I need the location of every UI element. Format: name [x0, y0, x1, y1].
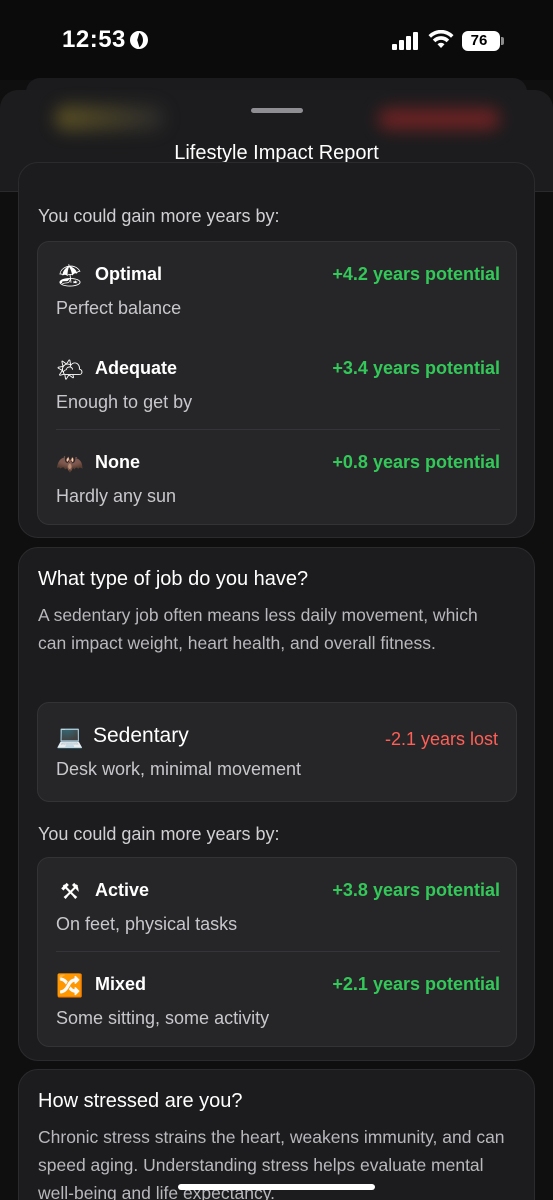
option-title: None	[95, 452, 140, 472]
status-bar: 12:53 76	[0, 0, 553, 80]
gain-options-list: 🏖 Optimal +4.2 years potential Perfect b…	[37, 241, 517, 525]
home-indicator[interactable]	[178, 1184, 375, 1190]
option-adequate[interactable]: 🌤 Adequate +3.4 years potential Enough t…	[38, 336, 518, 430]
wifi-icon	[428, 30, 454, 48]
option-gain: +4.2 years potential	[332, 264, 500, 284]
option-gain: +2.1 years potential	[332, 974, 500, 994]
battery-level: 76	[470, 32, 488, 49]
option-title: Adequate	[95, 358, 178, 378]
question-title: What type of job do you have?	[38, 568, 309, 590]
job-type-section: What type of job do you have? A sedentar…	[18, 547, 535, 1061]
gain-options-list: ⚒ Active +3.8 years potential On feet, p…	[37, 857, 517, 1047]
current-title: Sedentary	[93, 724, 189, 747]
report-scroll-content[interactable]: You could gain more years by: 🏖 Optimal …	[0, 162, 553, 1200]
sheet-grabber-handle[interactable]	[251, 108, 303, 113]
cellular-signal-icon	[392, 32, 418, 50]
option-title: Mixed	[95, 974, 147, 994]
option-subtitle: Enough to get by	[56, 392, 193, 412]
option-subtitle: Hardly any sun	[56, 486, 177, 506]
beach-umbrella-icon: 🏖	[56, 263, 84, 288]
current-selection-card[interactable]: 💻 Sedentary -2.1 years lost Desk work, m…	[37, 702, 517, 802]
blurred-background-content	[55, 105, 165, 131]
option-title: Active	[95, 880, 150, 900]
moon-icon	[130, 31, 148, 49]
shuffle-icon: 🔀	[56, 973, 84, 998]
option-gain: +3.8 years potential	[332, 880, 500, 900]
current-loss: -2.1 years lost	[384, 729, 498, 749]
hammer-pick-icon: ⚒	[60, 879, 80, 904]
status-time: 12:53	[62, 26, 126, 53]
option-none[interactable]: 🦇 None +0.8 years potential Hardly any s…	[38, 430, 518, 524]
sun-exposure-section: You could gain more years by: 🏖 Optimal …	[18, 162, 535, 538]
option-gain: +0.8 years potential	[332, 452, 500, 472]
bat-icon: 🦇	[56, 451, 84, 476]
question-description: A sedentary job often means less daily m…	[38, 605, 478, 653]
laptop-icon: 💻	[56, 724, 84, 749]
option-subtitle: Perfect balance	[56, 298, 182, 318]
option-gain: +3.4 years potential	[332, 358, 500, 378]
option-subtitle: Some sitting, some activity	[56, 1008, 270, 1028]
option-subtitle: On feet, physical tasks	[56, 914, 238, 934]
question-title: How stressed are you?	[38, 1090, 243, 1112]
gain-heading: You could gain more years by:	[38, 824, 280, 844]
gain-heading: You could gain more years by:	[38, 206, 280, 226]
option-mixed[interactable]: 🔀 Mixed +2.1 years potential Some sittin…	[38, 952, 518, 1046]
option-active[interactable]: ⚒ Active +3.8 years potential On feet, p…	[38, 858, 518, 952]
current-subtitle: Desk work, minimal movement	[56, 759, 302, 779]
sun-behind-cloud-icon: 🌤	[56, 357, 84, 382]
stress-section: How stressed are you? Chronic stress str…	[18, 1069, 535, 1200]
option-optimal[interactable]: 🏖 Optimal +4.2 years potential Perfect b…	[38, 242, 518, 336]
option-title: Optimal	[95, 264, 163, 284]
battery-icon: 76	[462, 31, 504, 51]
blurred-background-content	[378, 108, 500, 130]
